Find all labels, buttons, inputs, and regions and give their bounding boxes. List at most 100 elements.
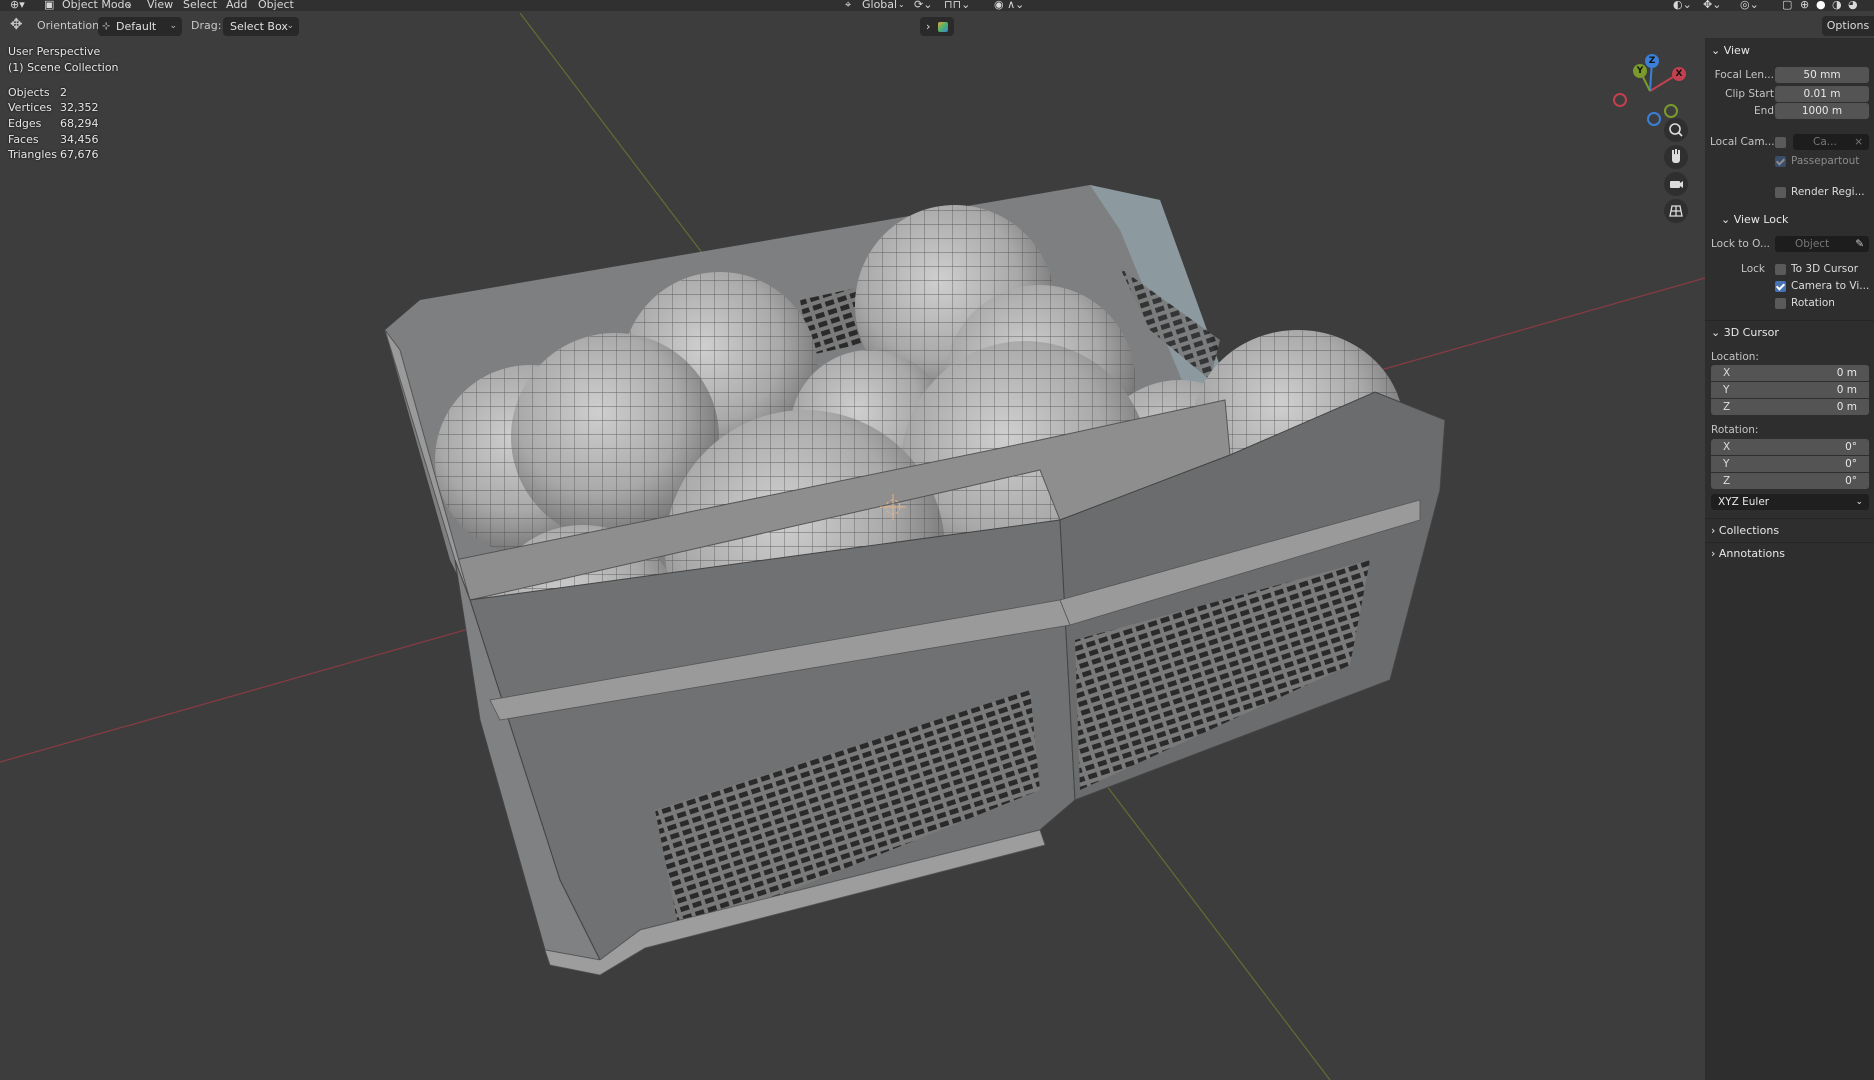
orientation-value: Default	[116, 20, 157, 33]
view-header-label: View	[1723, 44, 1750, 57]
proportional-edit-icon[interactable]: ◉ ∧⌄	[994, 0, 1024, 11]
sidebar-panel: ⌄ View Focal Len... 50 mm Clip Start 0.0…	[1705, 38, 1874, 1080]
menu-view[interactable]: View	[147, 0, 173, 11]
view-lock-header[interactable]: ⌄ View Lock	[1721, 213, 1788, 226]
drag-dropdown[interactable]: Select Box ⌄	[223, 17, 299, 36]
axis-label: Z	[1723, 401, 1731, 413]
local-camera-label: Local Cam...	[1710, 136, 1775, 148]
clip-end-label: End	[1754, 105, 1774, 117]
zoom-button[interactable]	[1664, 118, 1688, 142]
passepartout-label: Passepartout	[1791, 155, 1860, 167]
camera-to-view-checkbox[interactable]	[1775, 281, 1786, 292]
render-region-label: Render Regi...	[1791, 186, 1865, 198]
pivot-icon[interactable]: ⟳⌄	[914, 0, 932, 11]
viewport-scene	[0, 13, 1705, 1080]
drag-label: Drag:	[191, 19, 222, 32]
orientation-dropdown[interactable]: ⊹ Default ⌄	[98, 17, 182, 36]
clip-end-field[interactable]: 1000 m	[1775, 103, 1869, 119]
eyedropper-icon[interactable]: ✎	[1855, 236, 1864, 252]
axis-label: X	[1723, 367, 1731, 379]
mode-selector[interactable]: ▣ Object Mode ⌄	[44, 0, 136, 11]
editor-type-icon[interactable]: ⊕▾	[10, 0, 25, 11]
snap-icon[interactable]: ⊓⊓⌄	[944, 0, 970, 11]
stat-label: Triangles	[8, 148, 57, 161]
chevron-down-icon: ⌄	[1711, 44, 1724, 57]
view-name: User Perspective	[8, 45, 101, 58]
focal-length-field[interactable]: 50 mm	[1775, 67, 1869, 83]
axis-value: 0°	[1845, 458, 1857, 470]
drag-value: Select Box	[230, 20, 288, 33]
stat-value: 67,676	[60, 148, 99, 161]
clear-icon[interactable]: ×	[1854, 134, 1863, 150]
axis-value: 0°	[1845, 475, 1857, 487]
chevron-down-icon: ⌄	[1711, 326, 1724, 339]
menu-select[interactable]: Select	[183, 0, 217, 11]
rotation-y-field[interactable]: Y 0°	[1711, 456, 1869, 472]
lock-rotation-checkbox[interactable]	[1775, 298, 1786, 309]
lock-rotation-label: Rotation	[1791, 297, 1835, 309]
3d-cursor-header-label: 3D Cursor	[1723, 326, 1779, 339]
section-divider	[1705, 542, 1874, 543]
local-camera-checkbox[interactable]	[1775, 137, 1786, 148]
camera-view-button[interactable]	[1664, 172, 1688, 196]
location-z-field[interactable]: Z 0 m	[1711, 399, 1869, 415]
gizmo-neg-x[interactable]	[1613, 93, 1627, 107]
rotation-z-field[interactable]: Z 0°	[1711, 473, 1869, 489]
section-divider	[1705, 320, 1874, 321]
lock-to-cursor-checkbox[interactable]	[1775, 264, 1786, 275]
focal-length-label: Focal Len...	[1714, 69, 1774, 81]
transform-orientation[interactable]: Global	[862, 0, 897, 11]
grid-icon	[1669, 205, 1683, 217]
gizmo-x-axis[interactable]: X	[1672, 67, 1686, 81]
rotation-mode-dropdown[interactable]: XYZ Euler ⌄	[1711, 494, 1869, 510]
gizmo-toggle-icon[interactable]: ✥⌄	[1703, 0, 1721, 11]
options-button[interactable]: Options	[1822, 16, 1874, 36]
perspective-toggle-button[interactable]	[1664, 199, 1688, 223]
overlay-toggle-icon[interactable]: ◎⌄	[1740, 0, 1759, 11]
passepartout-checkbox[interactable]	[1775, 156, 1786, 167]
chevron-down-icon: ⌄	[126, 0, 133, 9]
stat-value: 34,456	[60, 133, 99, 146]
view-section-header[interactable]: ⌄ View	[1711, 44, 1750, 57]
hand-icon	[1672, 149, 1680, 163]
stat-label: Edges	[8, 117, 42, 130]
shading-material-icon[interactable]: ◑	[1832, 0, 1842, 11]
rotation-x-field[interactable]: X 0°	[1711, 439, 1869, 455]
object-mode-icon: ▣	[44, 0, 55, 11]
pan-button[interactable]	[1664, 145, 1688, 169]
gizmo-neg-y[interactable]	[1664, 104, 1678, 118]
annotations-header-label: Annotations	[1718, 547, 1785, 560]
orientation-icon: ⊹	[102, 21, 111, 32]
menu-object[interactable]: Object	[258, 0, 294, 11]
orientation-label: Orientation:	[37, 19, 103, 32]
location-y-field[interactable]: Y 0 m	[1711, 382, 1869, 398]
3d-viewport[interactable]: User Perspective (1) Scene Collection Ob…	[0, 13, 1705, 1080]
chevron-down-icon: ⌄	[898, 0, 905, 9]
xray-toggle-icon[interactable]: ▢	[1782, 0, 1792, 11]
scene-selector[interactable]: ›	[920, 17, 954, 36]
gizmo-z-axis[interactable]: Z	[1645, 54, 1659, 68]
chevron-down-icon: ⌄	[169, 21, 177, 31]
location-x-field[interactable]: X 0 m	[1711, 365, 1869, 381]
shading-wireframe-icon[interactable]: ⊕	[1800, 0, 1809, 11]
gizmo-y-axis[interactable]: Y	[1633, 64, 1647, 78]
menu-add[interactable]: Add	[226, 0, 247, 11]
chevron-down-icon: ⌄	[286, 21, 294, 31]
chevron-down-icon: ⌄	[1855, 497, 1863, 507]
3d-cursor-header[interactable]: ⌄ 3D Cursor	[1711, 326, 1779, 339]
camera-icon	[1670, 181, 1683, 188]
local-camera-field[interactable]: Ca... ×	[1793, 134, 1869, 150]
render-region-checkbox[interactable]	[1775, 187, 1786, 198]
lock-to-cursor-label: To 3D Cursor	[1791, 263, 1859, 275]
visibility-icon[interactable]: ◐⌄	[1673, 0, 1692, 11]
annotations-header[interactable]: › Annotations	[1711, 547, 1785, 560]
collections-header[interactable]: › Collections	[1711, 524, 1779, 537]
shading-solid-icon[interactable]: ●	[1816, 0, 1826, 11]
move-tool-icon[interactable]: ✥	[10, 15, 23, 33]
gizmo-neg-z[interactable]	[1647, 112, 1661, 126]
lock-to-object-label: Lock to O...	[1710, 238, 1770, 250]
camera-to-view-label: Camera to Vi...	[1791, 280, 1870, 292]
lock-to-object-field[interactable]: Object ✎	[1775, 236, 1869, 252]
shading-rendered-icon[interactable]: ◕	[1848, 0, 1858, 11]
clip-start-field[interactable]: 0.01 m	[1775, 86, 1869, 102]
